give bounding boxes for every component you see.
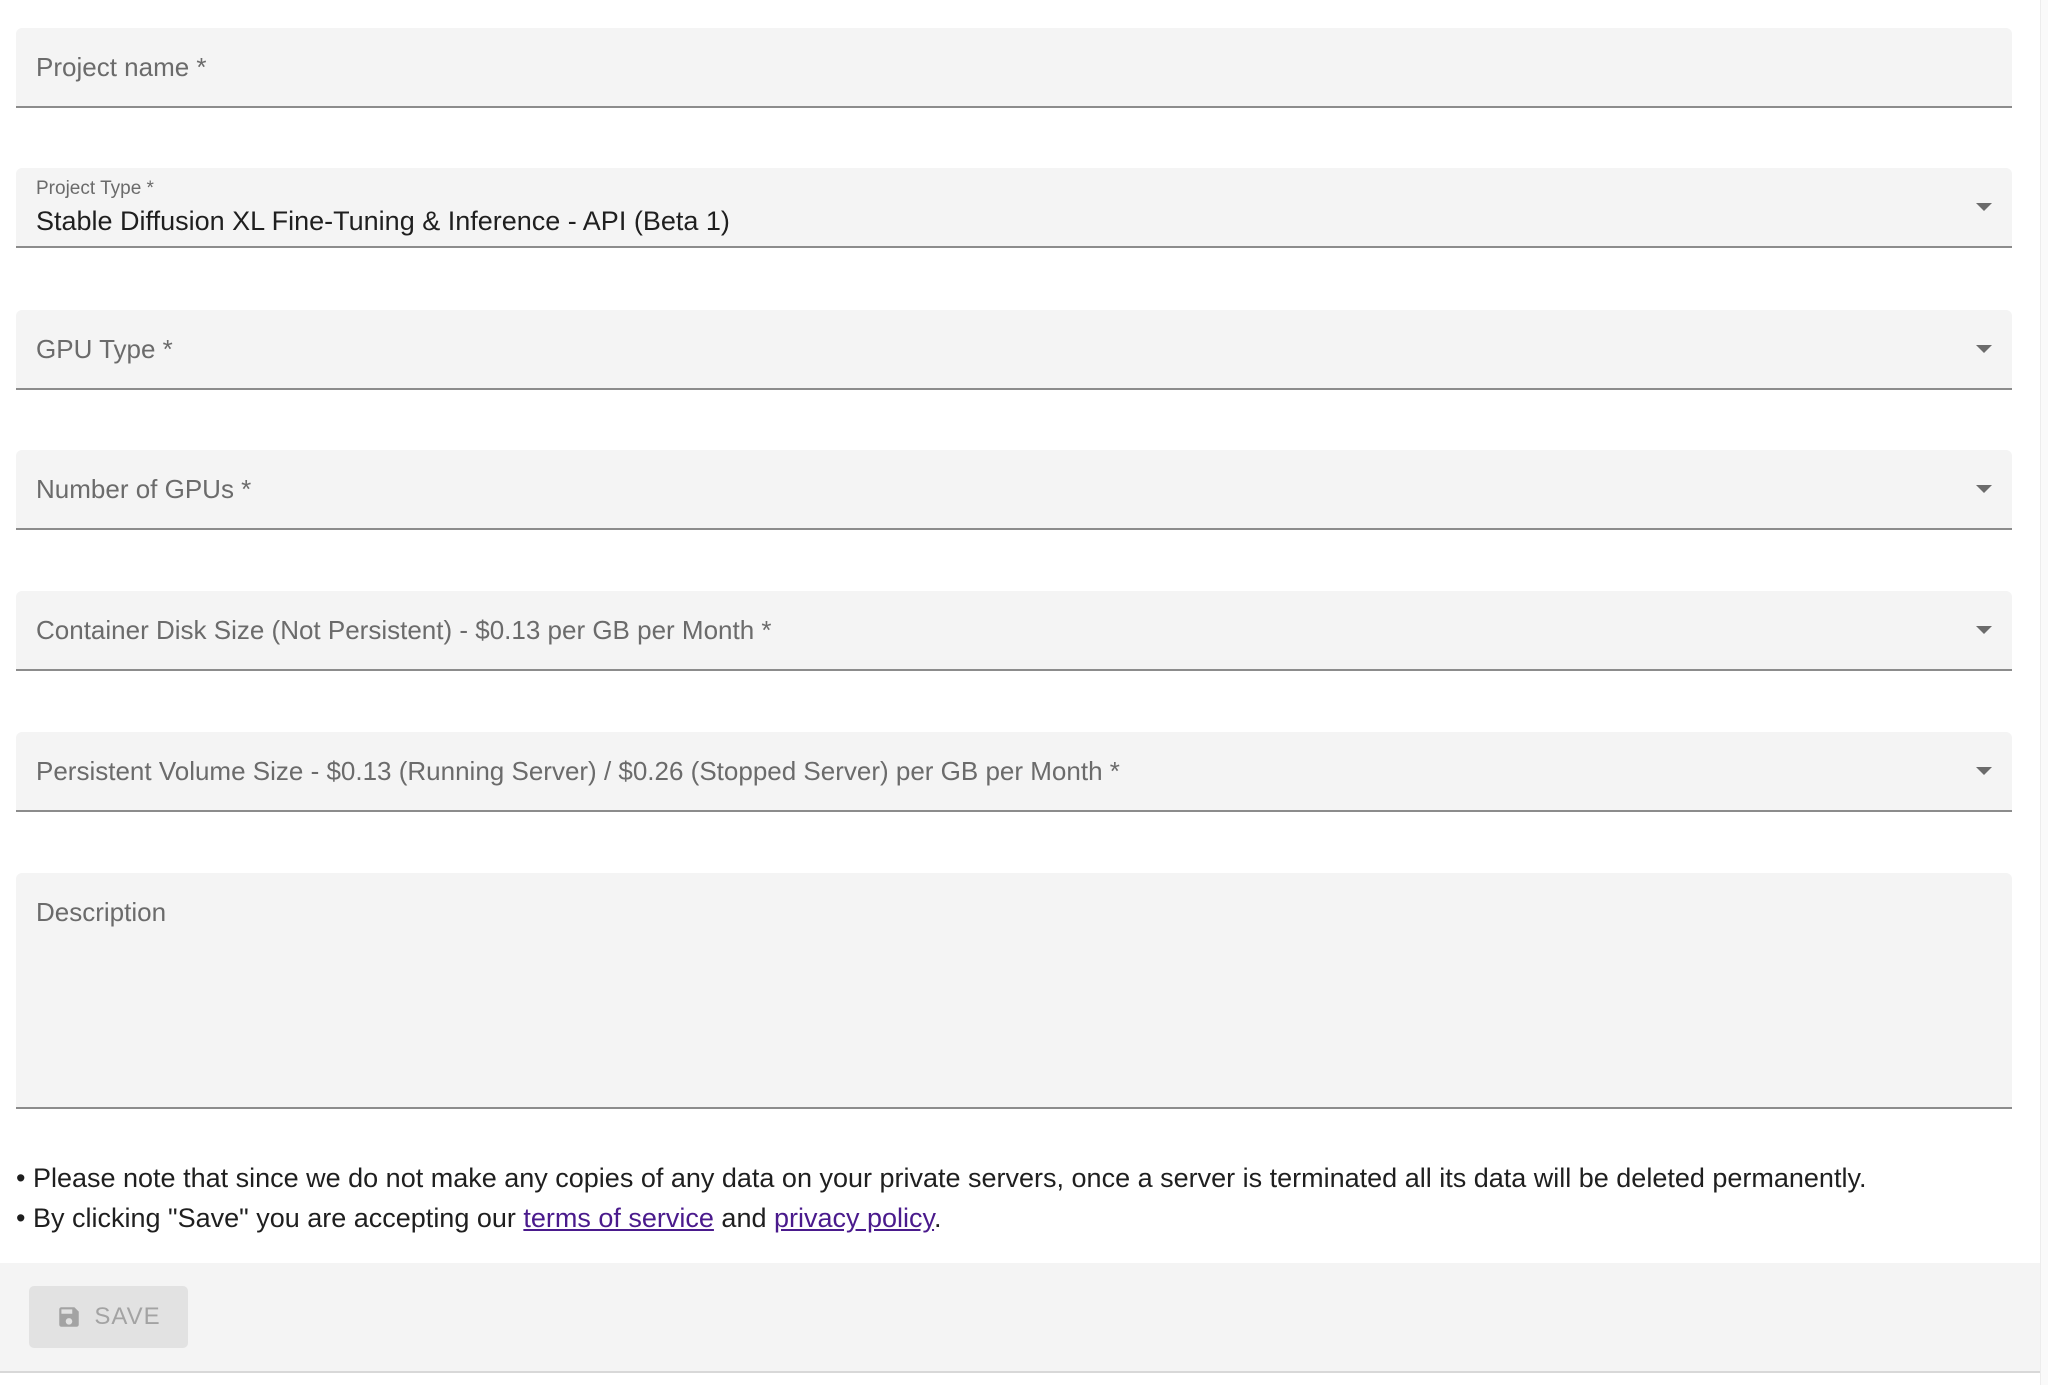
terms-note-and: and xyxy=(713,1203,774,1233)
create-project-form: Project name * Project Type * Stable Dif… xyxy=(0,0,2048,1385)
gpu-type-select[interactable]: GPU Type * xyxy=(16,310,2012,390)
gpu-type-placeholder: GPU Type * xyxy=(36,334,173,364)
save-button[interactable]: SAVE xyxy=(29,1286,188,1348)
persistent-volume-size-placeholder: Persistent Volume Size - $0.13 (Running … xyxy=(36,756,1120,786)
number-of-gpus-placeholder: Number of GPUs * xyxy=(36,474,252,504)
description-placeholder: Description xyxy=(36,897,167,927)
container-disk-size-placeholder: Container Disk Size (Not Persistent) - $… xyxy=(36,615,772,645)
description-textarea[interactable]: Description xyxy=(16,873,2012,1109)
project-type-select[interactable]: Project Type * Stable Diffusion XL Fine-… xyxy=(16,168,2012,248)
form-footer: SAVE xyxy=(0,1263,2040,1373)
terms-acceptance-note: • By clicking "Save" you are accepting o… xyxy=(16,1198,2016,1238)
terms-of-service-link[interactable]: terms of service xyxy=(523,1203,714,1233)
chevron-down-icon xyxy=(1976,626,1992,634)
project-name-input[interactable]: Project name * xyxy=(16,28,2012,108)
terms-notice: • Please note that since we do not make … xyxy=(16,1158,2016,1238)
privacy-policy-link[interactable]: privacy policy xyxy=(774,1203,934,1233)
save-button-label: SAVE xyxy=(94,1303,161,1330)
scrollbar[interactable] xyxy=(2040,0,2048,1385)
floppy-disk-icon xyxy=(56,1304,82,1330)
project-name-placeholder: Project name * xyxy=(36,52,207,82)
terms-note-period: . xyxy=(934,1203,942,1233)
chevron-down-icon xyxy=(1976,767,1992,775)
chevron-down-icon xyxy=(1976,345,1992,353)
data-deletion-note: • Please note that since we do not make … xyxy=(16,1163,1867,1193)
project-type-value: Stable Diffusion XL Fine-Tuning & Infere… xyxy=(36,206,730,236)
chevron-down-icon xyxy=(1976,485,1992,493)
terms-note-prefix: • By clicking "Save" you are accepting o… xyxy=(16,1203,524,1233)
persistent-volume-size-select[interactable]: Persistent Volume Size - $0.13 (Running … xyxy=(16,732,2012,812)
container-disk-size-select[interactable]: Container Disk Size (Not Persistent) - $… xyxy=(16,591,2012,671)
number-of-gpus-select[interactable]: Number of GPUs * xyxy=(16,450,2012,530)
project-type-label: Project Type * xyxy=(36,178,154,199)
chevron-down-icon xyxy=(1976,203,1992,211)
